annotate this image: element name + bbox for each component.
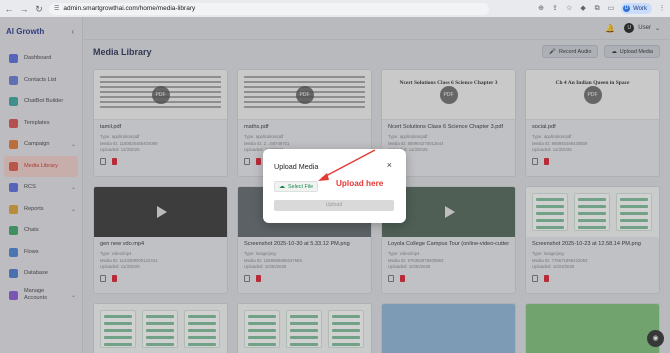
reload-icon[interactable]: ↻	[34, 4, 44, 14]
sidepanel-icon[interactable]: ▭	[607, 5, 615, 13]
browser-toolbar: ← → ↻ ☰ admin.smartgrowthai.com/home/med…	[0, 0, 670, 17]
profile-chip[interactable]: D Work	[621, 3, 652, 14]
browser-menu-icon[interactable]: ⋮	[658, 5, 666, 13]
share-icon[interactable]: ⇪	[551, 5, 559, 13]
cloud-upload-icon: ☁	[279, 184, 285, 190]
profile-avatar: D	[623, 5, 631, 12]
upload-button[interactable]: Upload	[274, 200, 394, 211]
modal-title: Upload Media	[274, 162, 319, 171]
select-file-button[interactable]: ☁ Select File	[274, 181, 319, 192]
site-info-icon[interactable]: ☰	[54, 5, 59, 12]
close-icon[interactable]: ×	[387, 161, 392, 170]
upload-media-modal: Upload Media × ☁ Select File Upload	[263, 149, 406, 223]
back-icon[interactable]: ←	[4, 4, 14, 14]
bookmark-star-icon[interactable]: ☆	[565, 5, 573, 13]
address-bar[interactable]: ☰ admin.smartgrowthai.com/home/media-lib…	[49, 2, 489, 15]
url-text: admin.smartgrowthai.com/home/media-libra…	[63, 5, 196, 12]
translate-icon[interactable]: ⊕	[537, 5, 545, 13]
forward-icon[interactable]: →	[19, 4, 29, 14]
select-file-label: Select File	[288, 183, 314, 190]
annotation-text: Upload here	[336, 179, 384, 188]
puzzle-icon[interactable]: ⧉	[593, 5, 601, 13]
extension-icon[interactable]: ◆	[579, 5, 587, 13]
profile-label: Work	[633, 5, 647, 12]
